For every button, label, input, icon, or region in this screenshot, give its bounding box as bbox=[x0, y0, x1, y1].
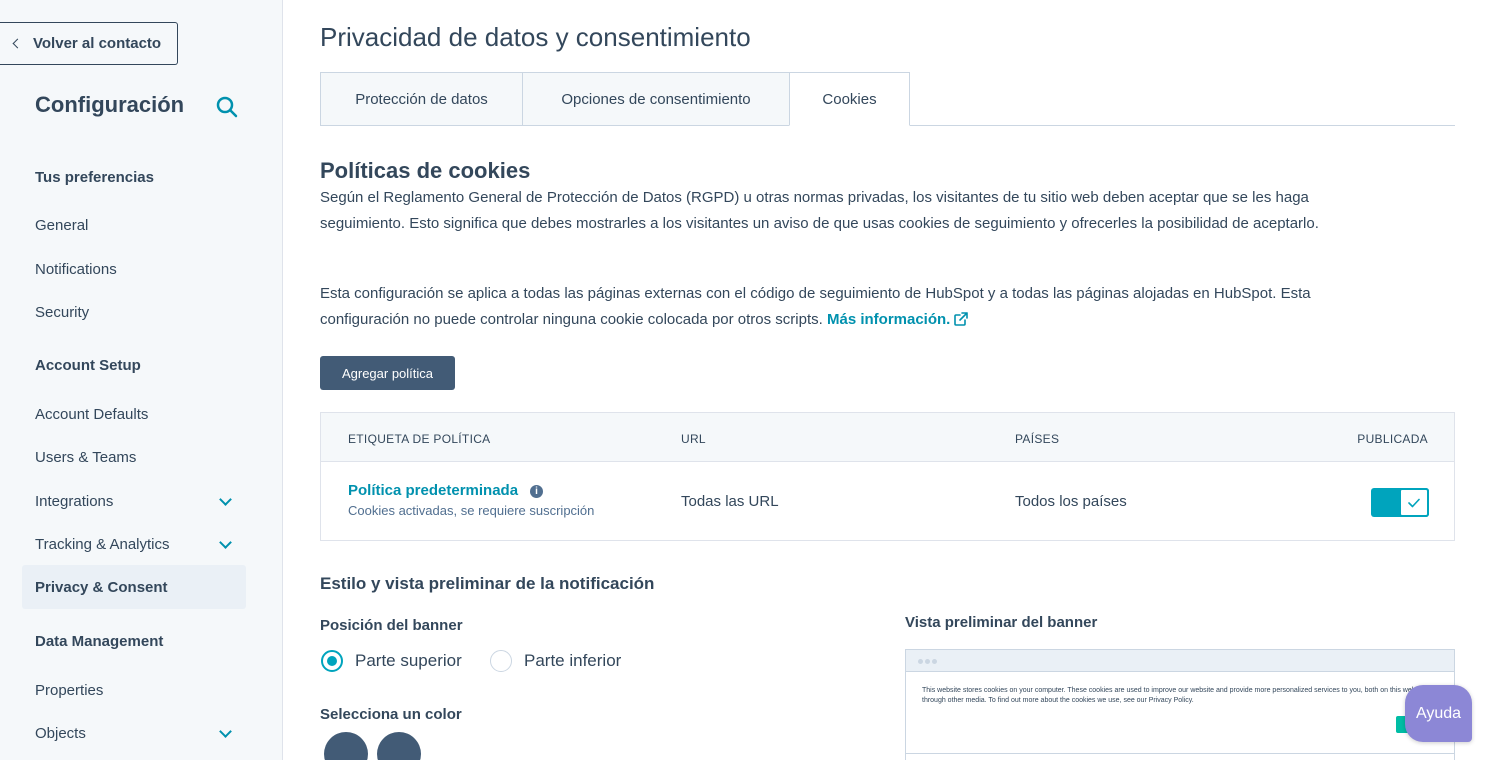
radio-unselected-icon bbox=[490, 650, 512, 672]
more-info-link[interactable]: Más información. bbox=[827, 311, 969, 328]
banner-position-label: Posición del banner bbox=[320, 617, 463, 634]
tab-cookies[interactable]: Cookies bbox=[789, 72, 910, 126]
sidebar-item-account-defaults[interactable]: Account Defaults bbox=[22, 392, 246, 436]
sidebar: Volver al contacto Configuración Tus pre… bbox=[0, 0, 283, 760]
preview-banner-text: This website stores cookies on your comp… bbox=[922, 687, 1441, 704]
nav-header-data-management: Data Management bbox=[35, 632, 164, 650]
policy-name-link[interactable]: Política predeterminada bbox=[348, 482, 518, 499]
radio-selected-icon bbox=[321, 650, 343, 672]
chevron-down-icon bbox=[219, 725, 232, 738]
gdpr-description: Según el Reglamento General de Protecció… bbox=[320, 189, 1319, 232]
toggle-knob bbox=[1399, 488, 1429, 517]
scope-description: Esta configuración se aplica a todas las… bbox=[320, 281, 1320, 333]
tab-consent-options[interactable]: Opciones de consentimiento bbox=[522, 72, 790, 126]
tab-bar: Protección de datos Opciones de consenti… bbox=[320, 72, 1455, 126]
chevron-down-icon bbox=[219, 493, 232, 506]
radio-label-bottom: Parte inferior bbox=[524, 651, 622, 670]
nav-header-preferences: Tus preferencias bbox=[35, 168, 154, 186]
table-row: Política predeterminada i bbox=[348, 482, 544, 499]
radio-position-bottom[interactable]: Parte inferior bbox=[490, 650, 621, 672]
radio-label-top: Parte superior bbox=[355, 651, 462, 670]
sidebar-item-users-teams[interactable]: Users & Teams bbox=[22, 435, 246, 479]
window-dot-icon bbox=[932, 659, 937, 664]
settings-title: Configuración bbox=[35, 92, 185, 117]
sidebar-item-objects[interactable]: Objects bbox=[22, 711, 246, 755]
sidebar-item-notifications[interactable]: Notifications bbox=[22, 247, 246, 291]
window-dot-icon bbox=[925, 659, 930, 664]
sidebar-item-privacy-consent[interactable]: Privacy & Consent bbox=[22, 565, 246, 609]
section-title: Políticas de cookies bbox=[320, 158, 531, 183]
policy-url: Todas las URL bbox=[681, 493, 779, 510]
policy-countries: Todos los países bbox=[1015, 493, 1127, 510]
column-header-url[interactable]: URL bbox=[681, 432, 706, 446]
radio-position-top[interactable]: Parte superior bbox=[321, 650, 462, 672]
policy-subtitle: Cookies activadas, se requiere suscripci… bbox=[348, 503, 595, 518]
column-header-published[interactable]: PUBLICADA bbox=[1357, 432, 1428, 446]
info-icon[interactable]: i bbox=[530, 485, 544, 498]
column-header-countries[interactable]: PAÍSES bbox=[1015, 432, 1059, 446]
policies-table: ETIQUETA DE POLÍTICA URL PAÍSES PUBLICAD… bbox=[320, 412, 1455, 541]
scope-text: Esta configuración se aplica a todas las… bbox=[320, 285, 1311, 328]
sidebar-item-tracking-analytics[interactable]: Tracking & Analytics bbox=[22, 522, 246, 566]
sidebar-item-general[interactable]: General bbox=[22, 203, 246, 247]
notification-style-title: Estilo y vista preliminar de la notifica… bbox=[320, 574, 655, 593]
chevron-down-icon bbox=[219, 536, 232, 549]
window-dot-icon bbox=[918, 659, 923, 664]
chevron-left-icon bbox=[12, 38, 23, 49]
sidebar-item-integrations[interactable]: Integrations bbox=[22, 479, 246, 523]
check-icon bbox=[1408, 498, 1420, 507]
sidebar-item-security[interactable]: Security bbox=[22, 290, 246, 334]
nav-header-account-setup: Account Setup bbox=[35, 356, 141, 374]
back-to-contact-button[interactable]: Volver al contacto bbox=[0, 22, 178, 65]
published-toggle[interactable] bbox=[1371, 488, 1429, 517]
page-title: Privacidad de datos y consentimiento bbox=[320, 22, 751, 52]
column-header-label[interactable]: ETIQUETA DE POLÍTICA bbox=[348, 432, 490, 446]
search-icon[interactable] bbox=[216, 96, 238, 118]
table-header: ETIQUETA DE POLÍTICA URL PAÍSES PUBLICAD… bbox=[321, 413, 1454, 462]
preview-divider bbox=[906, 753, 1454, 754]
external-link-icon bbox=[954, 312, 969, 326]
back-button-label: Volver al contacto bbox=[33, 35, 162, 52]
help-button[interactable]: Ayuda bbox=[1405, 685, 1472, 742]
banner-preview-label: Vista preliminar del banner bbox=[905, 614, 1098, 631]
add-policy-button[interactable]: Agregar política bbox=[320, 356, 455, 390]
color-select-label: Selecciona un color bbox=[320, 706, 462, 723]
color-swatch[interactable] bbox=[377, 732, 421, 760]
tab-data-protection[interactable]: Protección de datos bbox=[320, 72, 523, 126]
banner-preview: This website stores cookies on your comp… bbox=[905, 649, 1455, 760]
sidebar-item-properties[interactable]: Properties bbox=[22, 668, 246, 712]
color-swatch[interactable] bbox=[324, 732, 368, 760]
preview-browser-bar bbox=[906, 650, 1454, 672]
